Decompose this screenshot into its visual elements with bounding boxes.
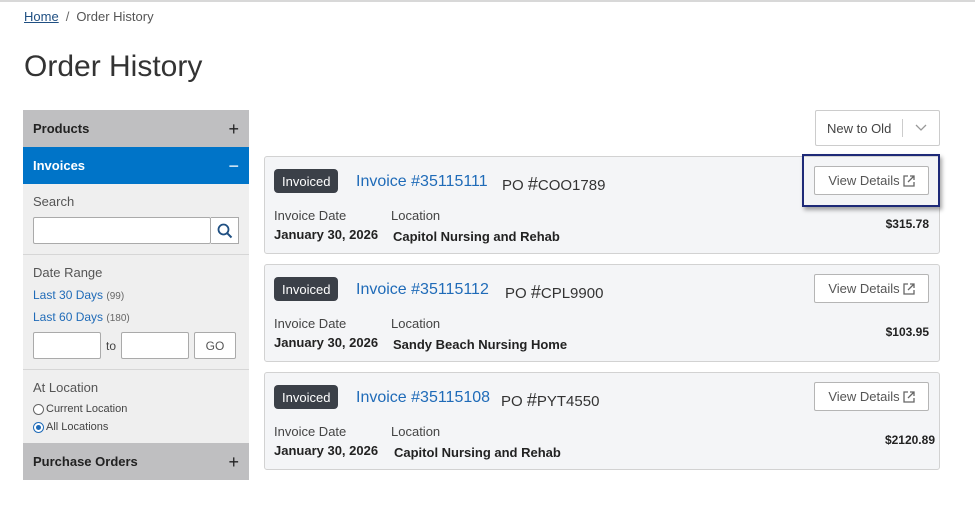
current-location-label: Current Location: [46, 403, 128, 415]
invoice-date-value: January 30, 2026: [274, 227, 379, 242]
breadcrumb-home-link[interactable]: Home: [24, 9, 59, 24]
breadcrumb-current: Order History: [76, 9, 154, 24]
external-link-icon: [902, 282, 915, 295]
po-value: PYT4550: [536, 393, 600, 410]
products-accordion-header[interactable]: Products +: [23, 110, 249, 147]
view-details-button[interactable]: View Details: [814, 166, 929, 195]
collapse-minus-icon: −: [228, 155, 239, 176]
invoice-card: Invoiced Invoice #35115108 PO #PYT4550 V…: [264, 372, 940, 470]
location-label: Location: [391, 316, 441, 331]
view-details-label: View Details: [828, 281, 900, 296]
purchase-orders-accordion-header[interactable]: Purchase Orders +: [23, 443, 249, 480]
invoices-label: Invoices: [33, 158, 86, 173]
external-link-icon: [902, 390, 915, 403]
last-60-days-label: Last 60 Days: [33, 310, 104, 324]
po-prefix: PO: [501, 393, 523, 410]
end-date-field[interactable]: [121, 332, 190, 359]
last-60-days-count: (180): [106, 313, 130, 324]
view-details-label: View Details: [828, 389, 900, 404]
invoice-card: Invoiced Invoice #35115111 PO #COO1789 V…: [264, 156, 940, 254]
view-details-label: View Details: [828, 173, 900, 188]
chevron-down-icon: [903, 124, 939, 132]
po-value: CPL9900: [540, 285, 604, 302]
invoice-amount: $103.95: [885, 325, 929, 339]
invoice-date-label: Invoice Date: [274, 316, 347, 331]
invoice-link[interactable]: Invoice #35115111: [356, 173, 488, 191]
invoice-date-label: Invoice Date: [274, 208, 347, 223]
po-prefix: PO: [502, 177, 524, 194]
invoice-link[interactable]: Invoice #35115108: [356, 389, 490, 407]
po-number: PO #PYT4550: [501, 390, 599, 411]
po-hash: #: [527, 174, 538, 194]
purchase-orders-label: Purchase Orders: [33, 454, 138, 469]
status-badge: Invoiced: [274, 277, 339, 301]
last-60-days-link[interactable]: Last 60 Days (180): [33, 310, 239, 324]
breadcrumb-separator: /: [65, 9, 70, 24]
search-icon: [217, 223, 232, 238]
location-section: At Location Current Location All Locatio…: [23, 370, 249, 443]
status-badge: Invoiced: [274, 385, 339, 409]
po-number: PO #COO1789: [502, 174, 605, 195]
location-value: Capitol Nursing and Rehab: [394, 445, 561, 460]
all-locations-radio[interactable]: [33, 421, 44, 433]
status-badge: Invoiced: [274, 169, 339, 193]
start-date-field[interactable]: [33, 332, 101, 359]
expand-plus-icon: +: [228, 118, 239, 139]
po-hash: #: [530, 282, 541, 302]
search-input[interactable]: [33, 217, 211, 244]
view-details-button[interactable]: View Details: [814, 274, 929, 303]
search-button[interactable]: [211, 217, 239, 244]
location-value: Capitol Nursing and Rehab: [393, 229, 560, 244]
top-border: [0, 0, 975, 2]
last-30-days-count: (99): [106, 291, 125, 302]
last-30-days-label: Last 30 Days: [33, 288, 104, 302]
expand-plus-icon: +: [228, 451, 239, 472]
invoice-amount: $315.78: [885, 217, 929, 231]
sort-select[interactable]: New to Old: [815, 110, 940, 146]
search-label: Search: [33, 194, 75, 209]
search-section: Search: [23, 184, 249, 255]
date-range-section: Date Range Last 30 Days (99) Last 60 Day…: [23, 255, 249, 370]
po-number: PO #CPL9900: [505, 282, 603, 303]
breadcrumb: Home / Order History: [24, 9, 154, 24]
go-button[interactable]: GO: [194, 332, 237, 359]
po-prefix: PO: [505, 285, 527, 302]
invoices-accordion-header[interactable]: Invoices −: [23, 147, 249, 184]
invoices-filter-panel: Search Date Range Last 30 Days (99) Last…: [23, 184, 249, 443]
products-label: Products: [33, 121, 90, 136]
current-location-option[interactable]: Current Location: [33, 403, 239, 415]
to-label: to: [106, 338, 117, 353]
invoice-card: Invoiced Invoice #35115112 PO #CPL9900 V…: [264, 264, 940, 362]
page-title: Order History: [24, 50, 203, 83]
invoice-link[interactable]: Invoice #35115112: [356, 281, 489, 299]
current-location-radio[interactable]: [33, 403, 44, 415]
po-value: COO1789: [537, 177, 606, 194]
filter-sidebar: Products + Invoices − Search Date Range …: [23, 110, 249, 480]
last-30-days-link[interactable]: Last 30 Days (99): [33, 288, 239, 302]
at-location-label: At Location: [33, 380, 99, 395]
invoice-date-value: January 30, 2026: [274, 443, 379, 458]
location-label: Location: [391, 424, 441, 439]
date-range-label: Date Range: [33, 265, 103, 280]
view-details-button[interactable]: View Details: [814, 382, 929, 411]
location-label: Location: [391, 208, 441, 223]
invoice-amount: $2120.89: [884, 433, 935, 447]
all-locations-option[interactable]: All Locations: [33, 421, 239, 433]
po-hash: #: [526, 390, 537, 410]
location-value: Sandy Beach Nursing Home: [393, 337, 568, 352]
invoice-date-value: January 30, 2026: [274, 335, 379, 350]
all-locations-label: All Locations: [46, 421, 109, 433]
external-link-icon: [902, 174, 915, 187]
sort-selected-value: New to Old: [827, 120, 892, 136]
invoice-date-label: Invoice Date: [274, 424, 347, 439]
